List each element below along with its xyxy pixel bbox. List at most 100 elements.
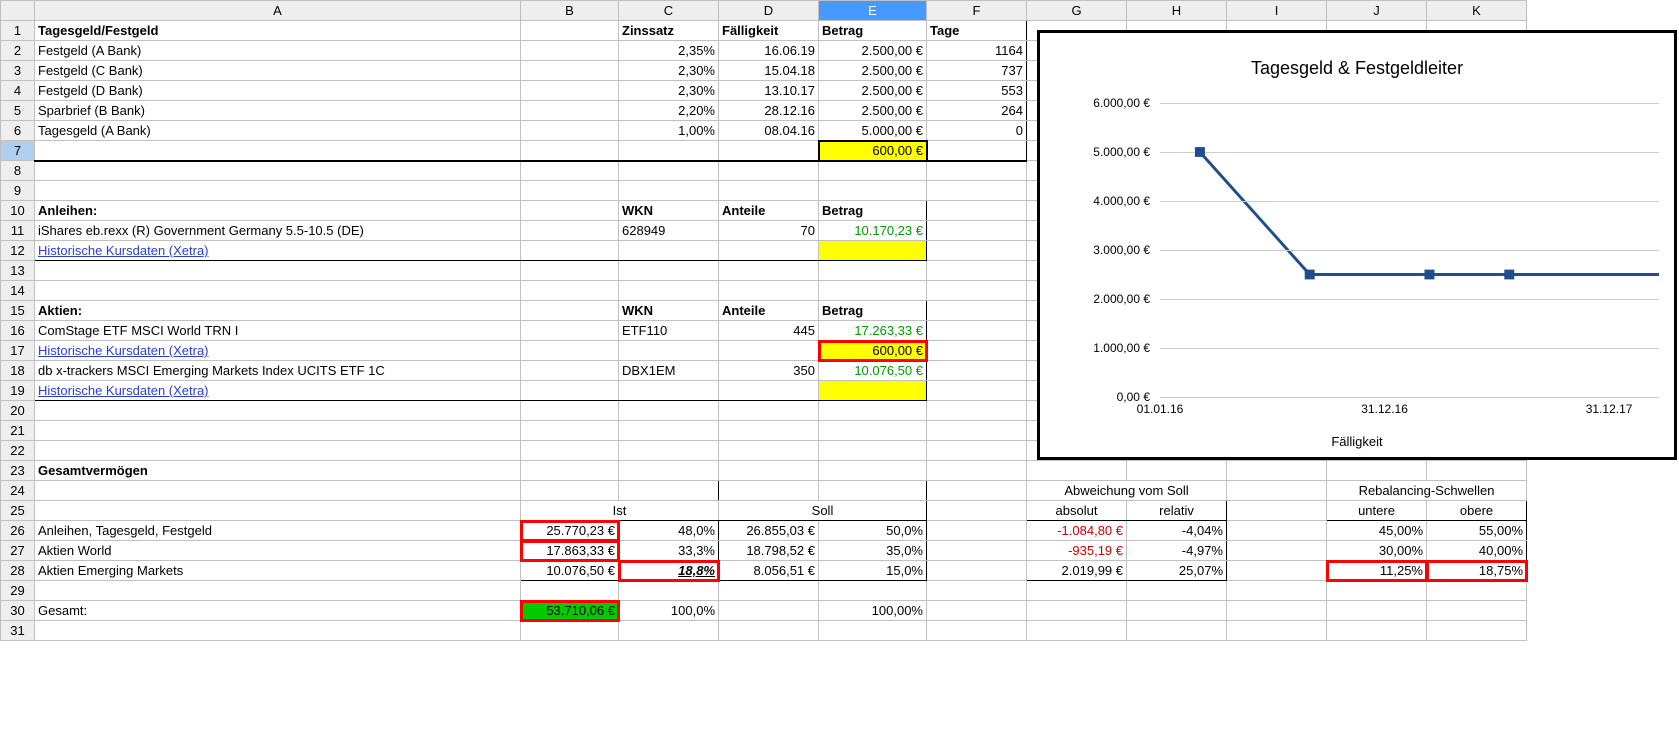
cell-E11[interactable]: 10.170,23 €: [819, 221, 927, 241]
row-header-4[interactable]: 4: [1, 81, 35, 101]
cell-D18[interactable]: 350: [719, 361, 819, 381]
cell-J26[interactable]: 45,00%: [1327, 521, 1427, 541]
cell-C4[interactable]: 2,30%: [619, 81, 719, 101]
cell-A6[interactable]: Tagesgeld (A Bank): [35, 121, 521, 141]
cell-E15[interactable]: Betrag: [819, 301, 927, 321]
row-header-26[interactable]: 26: [1, 521, 35, 541]
cell-A15[interactable]: Aktien:: [35, 301, 521, 321]
col-header-H[interactable]: H: [1127, 1, 1227, 21]
cell-F2[interactable]: 1164: [927, 41, 1027, 61]
cell-C18[interactable]: DBX1EM: [619, 361, 719, 381]
cell-E1[interactable]: Betrag: [819, 21, 927, 41]
row-header-20[interactable]: 20: [1, 401, 35, 421]
col-header-F[interactable]: F: [927, 1, 1027, 21]
col-header-E[interactable]: E: [819, 1, 927, 21]
cell-G24[interactable]: Abweichung vom Soll: [1027, 481, 1227, 501]
cell-E26[interactable]: 50,0%: [819, 521, 927, 541]
row-header-22[interactable]: 22: [1, 441, 35, 461]
cell-A17-link[interactable]: Historische Kursdaten (Xetra): [35, 341, 521, 361]
cell-J28[interactable]: 11,25%: [1327, 561, 1427, 581]
cell-B30[interactable]: 53.710,06 €: [521, 601, 619, 621]
col-header-A[interactable]: A: [35, 1, 521, 21]
cell-A10[interactable]: Anleihen:: [35, 201, 521, 221]
cell-D28[interactable]: 8.056,51 €: [719, 561, 819, 581]
cell-A4[interactable]: Festgeld (D Bank): [35, 81, 521, 101]
cell-K27[interactable]: 40,00%: [1427, 541, 1527, 561]
cell-C10[interactable]: WKN: [619, 201, 719, 221]
cell-D3[interactable]: 15.04.18: [719, 61, 819, 81]
row-header-18[interactable]: 18: [1, 361, 35, 381]
cell-C30[interactable]: 100,0%: [619, 601, 719, 621]
cell-J24[interactable]: Rebalancing-Schwellen: [1327, 481, 1527, 501]
cell-F1[interactable]: Tage: [927, 21, 1027, 41]
row-header-28[interactable]: 28: [1, 561, 35, 581]
cell-C2[interactable]: 2,35%: [619, 41, 719, 61]
cell-D25[interactable]: Soll: [719, 501, 927, 521]
cell-C3[interactable]: 2,30%: [619, 61, 719, 81]
row-header-6[interactable]: 6: [1, 121, 35, 141]
cell-B1[interactable]: [521, 21, 619, 41]
cell-J25[interactable]: untere: [1327, 501, 1427, 521]
row-header-27[interactable]: 27: [1, 541, 35, 561]
cell-G28[interactable]: 2.019,99 €: [1027, 561, 1127, 581]
cell-A11[interactable]: iShares eb.rexx (R) Government Germany 5…: [35, 221, 521, 241]
cell-B24[interactable]: [521, 481, 619, 501]
cell-C6[interactable]: 1,00%: [619, 121, 719, 141]
row-header-8[interactable]: 8: [1, 161, 35, 181]
cell-D10[interactable]: Anteile: [719, 201, 819, 221]
cell-E3[interactable]: 2.500,00 €: [819, 61, 927, 81]
cell-A30[interactable]: Gesamt:: [35, 601, 521, 621]
cell-E6[interactable]: 5.000,00 €: [819, 121, 927, 141]
cell-D27[interactable]: 18.798,52 €: [719, 541, 819, 561]
row-header-12[interactable]: 12: [1, 241, 35, 261]
cell-A19-link[interactable]: Historische Kursdaten (Xetra): [35, 381, 521, 401]
row-header-5[interactable]: 5: [1, 101, 35, 121]
cell-A7[interactable]: [35, 141, 521, 161]
select-all-corner[interactable]: [1, 1, 35, 21]
cell-E10[interactable]: Betrag: [819, 201, 927, 221]
cell-G25[interactable]: absolut: [1027, 501, 1127, 521]
cell-B27[interactable]: 17.863,33 €: [521, 541, 619, 561]
row-header-2[interactable]: 2: [1, 41, 35, 61]
row-header-3[interactable]: 3: [1, 61, 35, 81]
col-header-K[interactable]: K: [1427, 1, 1527, 21]
row-header-23[interactable]: 23: [1, 461, 35, 481]
cell-C28[interactable]: 18,8%: [619, 561, 719, 581]
row-header-25[interactable]: 25: [1, 501, 35, 521]
row-header-30[interactable]: 30: [1, 601, 35, 621]
cell-K26[interactable]: 55,00%: [1427, 521, 1527, 541]
row-header-13[interactable]: 13: [1, 261, 35, 281]
cell-F5[interactable]: 264: [927, 101, 1027, 121]
row-header-17[interactable]: 17: [1, 341, 35, 361]
cell-F4[interactable]: 553: [927, 81, 1027, 101]
cell-D5[interactable]: 28.12.16: [719, 101, 819, 121]
cell-C24[interactable]: [619, 481, 719, 501]
cell-C15[interactable]: WKN: [619, 301, 719, 321]
cell-E19[interactable]: [819, 381, 927, 401]
row-header-1[interactable]: 1: [1, 21, 35, 41]
cell-F3[interactable]: 737: [927, 61, 1027, 81]
cell-H27[interactable]: -4,97%: [1127, 541, 1227, 561]
cell-E16[interactable]: 17.263,33 €: [819, 321, 927, 341]
cell-A3[interactable]: Festgeld (C Bank): [35, 61, 521, 81]
cell-G26[interactable]: -1.084,80 €: [1027, 521, 1127, 541]
cell-K25[interactable]: obere: [1427, 501, 1527, 521]
cell-G27[interactable]: -935,19 €: [1027, 541, 1127, 561]
cell-C27[interactable]: 33,3%: [619, 541, 719, 561]
cell-E28[interactable]: 15,0%: [819, 561, 927, 581]
cell-A27[interactable]: Aktien World: [35, 541, 521, 561]
cell-E2[interactable]: 2.500,00 €: [819, 41, 927, 61]
cell-A26[interactable]: Anleihen, Tagesgeld, Festgeld: [35, 521, 521, 541]
chart-tagesgeld-festgeldleiter[interactable]: Tagesgeld & Festgeldleiter 0,00 € 1.000,…: [1037, 30, 1677, 460]
cell-A16[interactable]: ComStage ETF MSCI World TRN I: [35, 321, 521, 341]
cell-D4[interactable]: 13.10.17: [719, 81, 819, 101]
cell-A12-link[interactable]: Historische Kursdaten (Xetra): [35, 241, 521, 261]
cell-E17[interactable]: 600,00 €: [819, 341, 927, 361]
cell-D24[interactable]: [719, 481, 819, 501]
cell-K28[interactable]: 18,75%: [1427, 561, 1527, 581]
cell-D16[interactable]: 445: [719, 321, 819, 341]
row-header-21[interactable]: 21: [1, 421, 35, 441]
col-header-B[interactable]: B: [521, 1, 619, 21]
cell-D6[interactable]: 08.04.16: [719, 121, 819, 141]
cell-H25[interactable]: relativ: [1127, 501, 1227, 521]
